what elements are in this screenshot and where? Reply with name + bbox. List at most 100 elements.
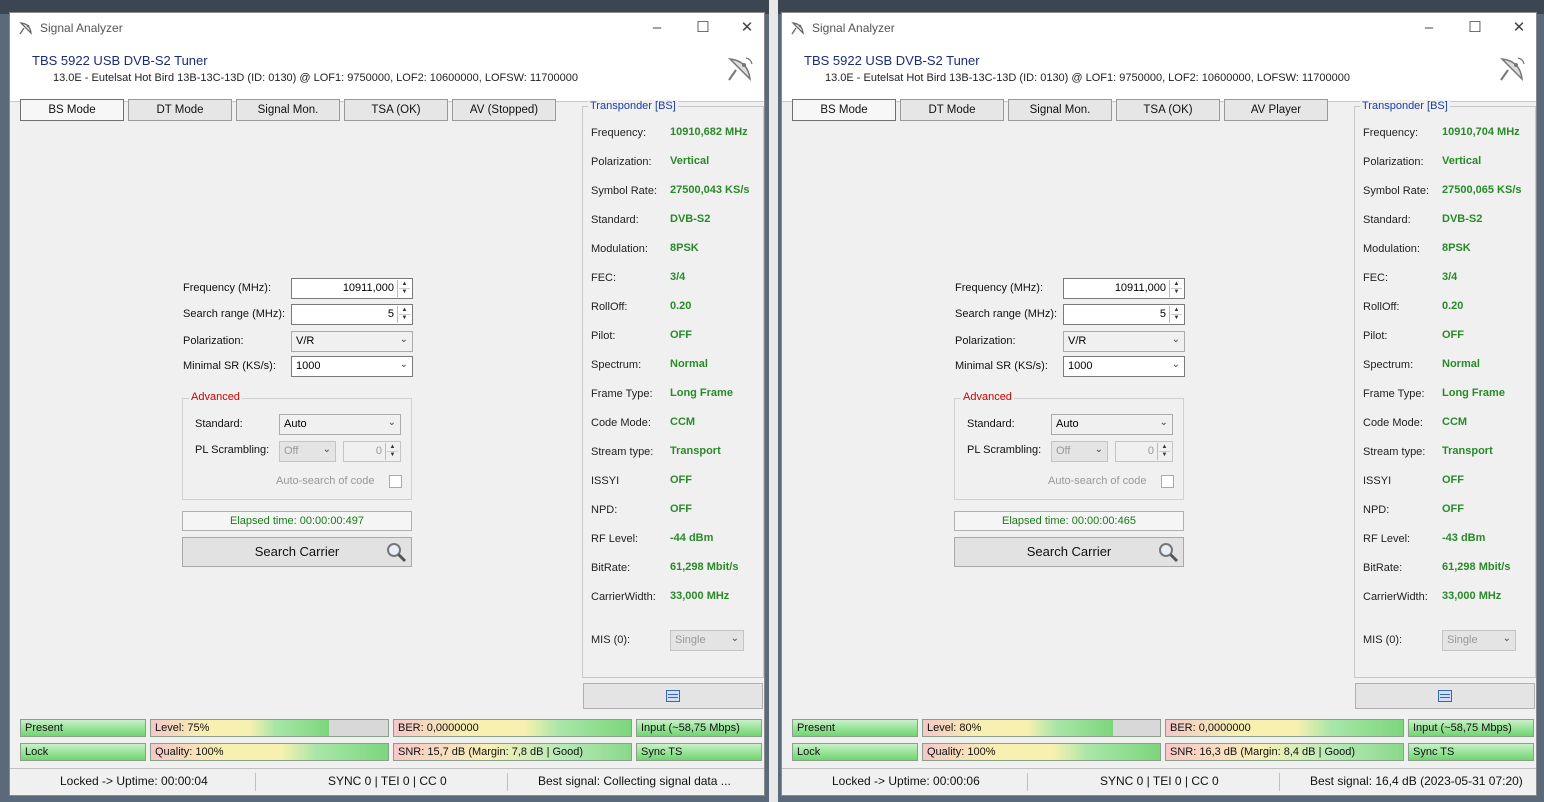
transponder-row-label: Modulation:	[591, 243, 648, 255]
transponder-row-value: 61,298 Mbit/s	[1442, 561, 1511, 573]
minsr-select[interactable]: 1000 ⌄	[1063, 356, 1185, 377]
search-range-input[interactable]: 5 ▲ ▼	[1063, 304, 1185, 325]
input-indicator: Input (~58,75 Mbps)	[636, 719, 762, 737]
sync-indicator: Sync TS	[1408, 743, 1534, 761]
magnifier-icon	[387, 543, 407, 563]
stepper-down-icon[interactable]: ▼	[399, 314, 410, 322]
stepper-down-icon[interactable]: ▼	[1171, 314, 1182, 322]
autosearch-checkbox[interactable]	[1161, 475, 1174, 488]
minimize-button[interactable]: –	[642, 17, 672, 39]
frequency-stepper[interactable]: ▲ ▼	[397, 280, 411, 297]
tab-tsa[interactable]: TSA (OK)	[344, 99, 448, 121]
minimize-button[interactable]: –	[1414, 17, 1444, 39]
elapsed-time: Elapsed time: 00:00:00:497	[182, 511, 412, 531]
status-uptime: Locked -> Uptime: 00:00:06	[832, 774, 980, 788]
tab-signal-mon[interactable]: Signal Mon.	[1008, 99, 1112, 121]
pl-code-stepper[interactable]: ▲ ▼	[1157, 443, 1171, 460]
transponder-row-label: RollOff:	[591, 301, 628, 313]
pl-code-stepper[interactable]: ▲ ▼	[385, 443, 399, 460]
tab-bs-mode[interactable]: BS Mode	[20, 99, 124, 121]
stepper-down-icon[interactable]: ▼	[387, 451, 398, 459]
status-separator	[507, 773, 508, 791]
search-carrier-button[interactable]: Search Carrier	[954, 537, 1184, 567]
advanced-label: Advanced	[189, 391, 242, 403]
frequency-label: Frequency (MHz):	[183, 282, 272, 294]
panel-toggle-button[interactable]	[1355, 683, 1535, 709]
tab-dt-mode[interactable]: DT Mode	[900, 99, 1004, 121]
status-separator	[1279, 773, 1280, 791]
pl-code-input[interactable]: 0 ▲ ▼	[343, 441, 401, 462]
tab-av[interactable]: AV (Stopped)	[452, 99, 556, 121]
title-bar[interactable]: Signal Analyzer – ☐ ✕	[782, 13, 1536, 43]
transponder-row-label: BitRate:	[1363, 562, 1403, 574]
autosearch-checkbox[interactable]	[389, 475, 402, 488]
title-bar[interactable]: Signal Analyzer – ☐ ✕	[10, 13, 764, 43]
frequency-input[interactable]: 10911,000 ▲ ▼	[1063, 278, 1185, 299]
tab-tsa[interactable]: TSA (OK)	[1116, 99, 1220, 121]
tab-dt-mode[interactable]: DT Mode	[128, 99, 232, 121]
satellite-info: 13.0E - Eutelsat Hot Bird 13B-13C-13D (I…	[825, 72, 1351, 84]
input-indicator: Input (~58,75 Mbps)	[1408, 719, 1534, 737]
sync-indicator: Sync TS	[636, 743, 762, 761]
pl-scrambling-select[interactable]: Off ⌄	[1051, 441, 1108, 462]
standard-label: Standard:	[195, 418, 243, 430]
tab-av[interactable]: AV Player	[1224, 99, 1328, 121]
tab-signal-mon[interactable]: Signal Mon.	[236, 99, 340, 121]
mis-select[interactable]: Single ⌄	[670, 630, 744, 651]
polarization-label: Polarization:	[955, 335, 1016, 347]
transponder-row-label: Frame Type:	[1363, 388, 1425, 400]
polarization-select[interactable]: V/R ⌄	[291, 331, 413, 352]
transponder-row-value: Normal	[1442, 358, 1480, 370]
frequency-input[interactable]: 10911,000 ▲ ▼	[291, 278, 413, 299]
transponder-row-value: OFF	[1442, 503, 1464, 515]
transponder-row-value: 8PSK	[670, 242, 699, 254]
tuner-name: TBS 5922 USB DVB-S2 Tuner	[32, 53, 208, 68]
stepper-down-icon[interactable]: ▼	[1159, 451, 1170, 459]
status-separator	[1027, 773, 1028, 791]
search-carrier-label: Search Carrier	[1026, 544, 1112, 559]
signal-analyzer-window-1[interactable]: Signal Analyzer – ☐ ✕ TBS 5922 USB DVB-S…	[9, 12, 765, 796]
transponder-row-value: DVB-S2	[1442, 213, 1483, 225]
tab-bs-mode[interactable]: BS Mode	[792, 99, 896, 121]
chevron-down-icon: ⌄	[1171, 359, 1180, 370]
status-uptime: Locked -> Uptime: 00:00:04	[60, 774, 208, 788]
search-carrier-button[interactable]: Search Carrier	[182, 537, 412, 567]
chevron-down-icon: ⌄	[322, 444, 331, 455]
search-range-stepper[interactable]: ▲ ▼	[1169, 306, 1183, 323]
lock-indicator: Lock	[792, 743, 918, 761]
window-title: Signal Analyzer	[812, 21, 895, 35]
standard-select[interactable]: Auto ⌄	[279, 414, 401, 435]
list-window-icon	[666, 690, 680, 702]
satellite-dish-icon	[1499, 57, 1525, 82]
close-button[interactable]: ✕	[1504, 17, 1534, 39]
maximize-button[interactable]: ☐	[688, 17, 718, 39]
stepper-down-icon[interactable]: ▼	[399, 288, 410, 296]
mis-select[interactable]: Single ⌄	[1442, 630, 1516, 651]
pl-scrambling-value: Off	[1056, 445, 1071, 457]
close-button[interactable]: ✕	[732, 17, 762, 39]
pl-code-input[interactable]: 0 ▲ ▼	[1115, 441, 1173, 462]
quality-indicator: Quality: 100%	[150, 743, 389, 761]
minsr-label: Minimal SR (KS/s):	[183, 360, 276, 372]
minsr-select[interactable]: 1000 ⌄	[291, 356, 413, 377]
transponder-row-label: Frequency:	[591, 127, 647, 139]
transponder-row-value: Long Frame	[1442, 387, 1505, 399]
signal-analyzer-window-2[interactable]: Signal Analyzer – ☐ ✕ TBS 5922 USB DVB-S…	[781, 12, 1537, 796]
frequency-stepper[interactable]: ▲ ▼	[1169, 280, 1183, 297]
transponder-row-value: 8PSK	[1442, 242, 1471, 254]
elapsed-time: Elapsed time: 00:00:00:465	[954, 511, 1184, 531]
transponder-row-label: Stream type:	[591, 446, 654, 458]
status-sync: SYNC 0 | TEI 0 | CC 0	[1100, 774, 1219, 788]
standard-select[interactable]: Auto ⌄	[1051, 414, 1173, 435]
search-range-input[interactable]: 5 ▲ ▼	[291, 304, 413, 325]
search-range-value: 5	[1159, 308, 1166, 320]
panel-toggle-button[interactable]	[583, 683, 763, 709]
maximize-button[interactable]: ☐	[1460, 17, 1490, 39]
polarization-select[interactable]: V/R ⌄	[1063, 331, 1185, 352]
chevron-down-icon: ⌄	[1502, 633, 1511, 644]
stepper-down-icon[interactable]: ▼	[1171, 288, 1182, 296]
search-range-stepper[interactable]: ▲ ▼	[397, 306, 411, 323]
pl-scrambling-select[interactable]: Off ⌄	[279, 441, 336, 462]
satellite-dish-icon	[791, 22, 804, 35]
autosearch-label: Auto-search of code	[276, 475, 375, 487]
